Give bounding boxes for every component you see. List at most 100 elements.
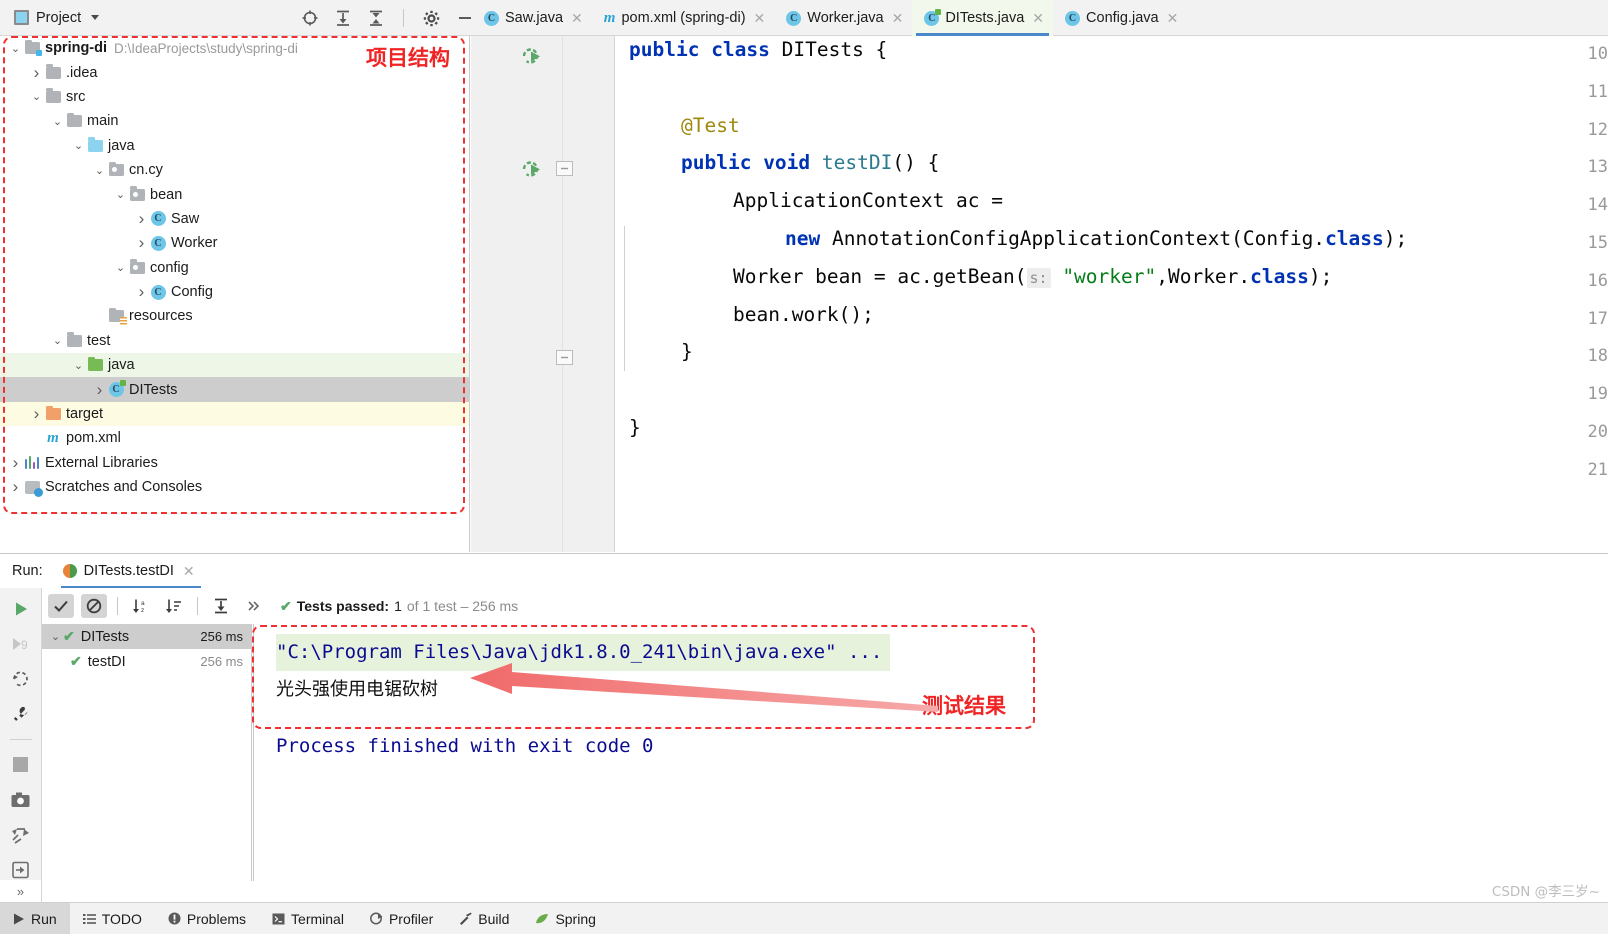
- editor-tab-saw[interactable]: C Saw.java ✕: [472, 0, 592, 36]
- expand-collapse-icon[interactable]: [208, 594, 234, 618]
- code-editor[interactable]: public class DITests {@Test public void t…: [471, 36, 1608, 552]
- close-icon[interactable]: ✕: [1167, 10, 1179, 27]
- stop-icon[interactable]: [10, 754, 32, 775]
- test-tree-row-testdi[interactable]: ✔ testDI 256 ms: [42, 649, 251, 674]
- screenshot-icon[interactable]: [10, 789, 32, 810]
- status-bar-item-todo[interactable]: TODO: [70, 903, 155, 934]
- tree-item-target[interactable]: › target: [0, 401, 469, 427]
- editor-tab-config[interactable]: C Config.java ✕: [1053, 0, 1187, 36]
- chevron-down-icon[interactable]: ⌄: [8, 42, 23, 55]
- status-bar: Run TODO Problems Terminal Profiler Buil…: [0, 902, 1608, 934]
- scratches-icon: [23, 480, 43, 497]
- test-results-tree[interactable]: ⌄ ✔ DITests 256 ms ✔ testDI 256 ms: [42, 624, 252, 881]
- chevron-right-icon[interactable]: ›: [134, 234, 149, 251]
- test-passed-icon: ✔: [63, 628, 75, 644]
- import-tests-icon[interactable]: [10, 824, 32, 845]
- close-icon[interactable]: ✕: [183, 563, 195, 580]
- tree-item-config[interactable]: ⌄ config: [0, 256, 469, 280]
- editor-tab-pom[interactable]: m pom.xml (spring-di) ✕: [592, 0, 775, 36]
- editor-gutter[interactable]: [471, 36, 563, 552]
- chevron-right-icon[interactable]: ›: [92, 381, 107, 398]
- editor-fold-gutter[interactable]: [563, 36, 615, 552]
- chevron-right-icon[interactable]: ›: [29, 64, 44, 81]
- todo-list-icon: [82, 913, 96, 924]
- tree-item-src[interactable]: ⌄ src: [0, 85, 469, 109]
- rerun-icon[interactable]: [10, 598, 32, 619]
- fold-collapse-icon-18[interactable]: [556, 350, 573, 365]
- tree-item-main[interactable]: ⌄ main: [0, 109, 469, 133]
- console-output[interactable]: "C:\Program Files\Java\jdk1.8.0_241\bin\…: [253, 624, 1608, 881]
- settings-wrench-icon[interactable]: [10, 704, 32, 725]
- chevron-right-icon[interactable]: ›: [29, 405, 44, 422]
- chevron-down-icon[interactable]: ⌄: [50, 334, 65, 347]
- chevron-down-icon[interactable]: ⌄: [50, 115, 65, 128]
- code-line-15: new AnnotationConfigApplicationContext(C…: [785, 227, 1407, 250]
- collapse-tool-window-button[interactable]: »: [0, 880, 42, 902]
- status-bar-item-terminal[interactable]: Terminal: [259, 903, 357, 934]
- tree-item-java[interactable]: ⌄ java: [0, 353, 469, 378]
- line-number: 20: [1587, 422, 1608, 442]
- settings-gear-icon[interactable]: [422, 9, 441, 28]
- line-number: 15: [1587, 233, 1608, 253]
- close-icon[interactable]: ✕: [1032, 10, 1044, 27]
- close-icon[interactable]: ✕: [571, 10, 583, 27]
- more-icon[interactable]: [241, 594, 267, 618]
- tree-item-java[interactable]: ⌄ java: [0, 134, 469, 158]
- java-test-class-icon: C: [107, 380, 126, 398]
- expand-all-icon[interactable]: [333, 9, 352, 28]
- source-root-folder-icon: [86, 137, 104, 152]
- chevron-right-icon[interactable]: ›: [8, 478, 23, 495]
- tree-item-cn-cy[interactable]: ⌄ cn.cy: [0, 158, 469, 182]
- show-passed-icon[interactable]: [48, 594, 74, 618]
- folder-icon: [65, 332, 83, 347]
- status-bar-item-problems[interactable]: Problems: [155, 903, 259, 934]
- collapse-all-icon[interactable]: [366, 9, 385, 28]
- locate-icon[interactable]: [300, 9, 319, 28]
- editor-code-text[interactable]: public class DITests {@Test public void t…: [615, 36, 1608, 552]
- tree-item-test[interactable]: ⌄ test: [0, 329, 469, 353]
- close-icon[interactable]: ✕: [892, 10, 904, 27]
- test-duration: 256 ms: [200, 629, 243, 644]
- chevron-down-icon[interactable]: ⌄: [71, 139, 86, 152]
- project-view-button[interactable]: Project: [0, 0, 107, 35]
- chevron-down-icon[interactable]: ⌄: [48, 630, 63, 643]
- hide-ignored-icon[interactable]: [81, 594, 107, 618]
- tree-item-ditests[interactable]: › C DITests: [0, 377, 469, 402]
- chevron-right-icon[interactable]: ›: [8, 454, 23, 471]
- sort-alphabetically-icon[interactable]: az: [128, 594, 154, 618]
- tree-item-scratches-and-consoles[interactable]: › Scratches and Consoles: [0, 475, 469, 499]
- tree-item-resources[interactable]: resources: [0, 304, 469, 328]
- tree-item-saw[interactable]: › C Saw: [0, 207, 469, 231]
- chevron-down-icon[interactable]: ⌄: [92, 164, 107, 177]
- tree-item-pom-xml[interactable]: m pom.xml: [0, 426, 469, 450]
- run-test-gutter-icon[interactable]: [521, 159, 543, 181]
- close-icon[interactable]: ✕: [754, 10, 766, 27]
- editor-tab-worker[interactable]: C Worker.java ✕: [774, 0, 912, 36]
- sort-by-duration-icon[interactable]: [161, 594, 187, 618]
- fold-collapse-icon-13[interactable]: [556, 161, 573, 176]
- tree-item-config[interactable]: › C Config: [0, 280, 469, 304]
- chevron-down-icon[interactable]: ⌄: [113, 261, 128, 274]
- project-tree-panel[interactable]: ⌄ spring-di D:\IdeaProjects\study\spring-d…: [0, 36, 470, 552]
- chevron-down-icon[interactable]: [91, 15, 100, 20]
- tree-item-external-libraries[interactable]: › External Libraries: [0, 451, 469, 475]
- status-bar-item-spring[interactable]: Spring: [522, 903, 608, 934]
- chevron-right-icon[interactable]: ›: [134, 283, 149, 300]
- tree-item-bean[interactable]: ⌄ bean: [0, 182, 469, 206]
- rerun-failed-icon[interactable]: 9: [10, 633, 32, 654]
- chevron-right-icon[interactable]: ›: [134, 210, 149, 227]
- tree-item-path: D:\IdeaProjects\study\spring-di: [114, 40, 298, 56]
- export-tests-icon[interactable]: [10, 860, 32, 881]
- chevron-down-icon[interactable]: ⌄: [71, 359, 86, 372]
- chevron-down-icon[interactable]: ⌄: [29, 90, 44, 103]
- status-bar-item-run[interactable]: Run: [0, 903, 70, 934]
- run-test-gutter-icon[interactable]: [521, 46, 543, 68]
- status-bar-item-build[interactable]: Build: [446, 903, 522, 934]
- rerun-auto-icon[interactable]: [10, 669, 32, 690]
- tree-item-worker[interactable]: › C Worker: [0, 231, 469, 255]
- status-bar-item-profiler[interactable]: Profiler: [357, 903, 446, 934]
- chevron-down-icon[interactable]: ⌄: [113, 188, 128, 201]
- editor-tab-ditests[interactable]: C DITests.java ✕: [912, 0, 1054, 36]
- run-configuration-tab[interactable]: DITests.testDI ✕: [59, 554, 203, 588]
- test-tree-row-ditests[interactable]: ⌄ ✔ DITests 256 ms: [42, 624, 251, 649]
